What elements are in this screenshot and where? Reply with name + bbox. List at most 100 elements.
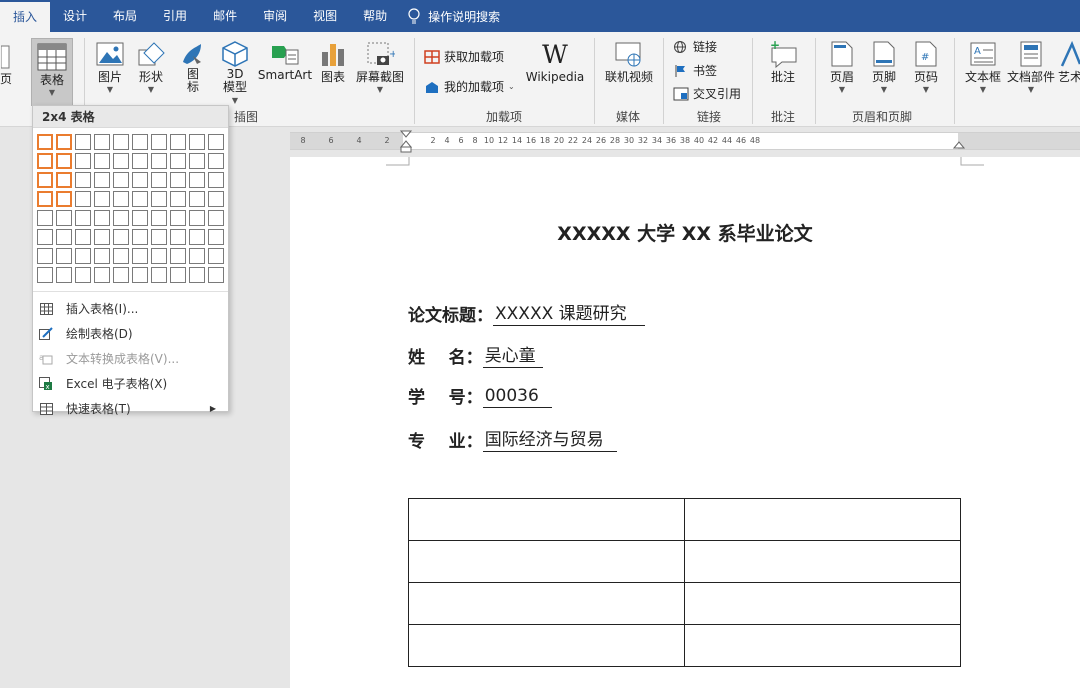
right-indent-marker-icon[interactable]	[953, 139, 965, 149]
grid-cell[interactable]	[94, 172, 110, 188]
grid-cell[interactable]	[151, 229, 167, 245]
grid-cell[interactable]	[56, 267, 72, 283]
cross-reference-button[interactable]: 交叉引用	[673, 85, 741, 102]
textbox-button[interactable]: A 文本框 ▼	[962, 40, 1004, 94]
grid-cell[interactable]	[151, 172, 167, 188]
indent-marker-icon[interactable]	[400, 130, 412, 154]
grid-cell[interactable]	[113, 248, 129, 264]
grid-cell[interactable]	[132, 134, 148, 150]
grid-cell[interactable]	[208, 267, 224, 283]
grid-cell[interactable]	[208, 210, 224, 226]
grid-cell[interactable]	[113, 172, 129, 188]
document-table[interactable]	[408, 498, 961, 667]
grid-cell[interactable]	[151, 134, 167, 150]
grid-cell[interactable]	[189, 191, 205, 207]
field-value[interactable]: 国际经济与贸易	[482, 425, 617, 452]
grid-cell[interactable]	[208, 229, 224, 245]
chart-button[interactable]: 图表	[318, 40, 348, 85]
grid-cell[interactable]	[37, 153, 53, 169]
grid-cell[interactable]	[37, 229, 53, 245]
grid-cell[interactable]	[189, 229, 205, 245]
my-addins-button[interactable]: 我的加载项 ⌄	[424, 78, 515, 95]
grid-cell[interactable]	[189, 134, 205, 150]
bookmark-button[interactable]: 书签	[673, 62, 717, 79]
grid-cell[interactable]	[56, 210, 72, 226]
grid-cell[interactable]	[75, 210, 91, 226]
grid-cell[interactable]	[170, 248, 186, 264]
table-cell[interactable]	[408, 498, 685, 541]
tab-0[interactable]: 插入	[0, 2, 51, 32]
grid-cell[interactable]	[113, 229, 129, 245]
grid-cell[interactable]	[113, 267, 129, 283]
tab-7[interactable]: 帮助	[350, 0, 400, 32]
grid-cell[interactable]	[170, 153, 186, 169]
grid-cell[interactable]	[37, 134, 53, 150]
new-comment-button[interactable]: + 批注	[766, 40, 800, 85]
grid-cell[interactable]	[75, 248, 91, 264]
menu-item-3[interactable]: x Excel 电子表格(X)	[33, 371, 228, 396]
table-cell[interactable]	[684, 582, 961, 625]
grid-cell[interactable]	[75, 153, 91, 169]
grid-cell[interactable]	[170, 267, 186, 283]
picture-button[interactable]: 图片 ▼	[94, 40, 126, 94]
grid-cell[interactable]	[151, 210, 167, 226]
grid-cell[interactable]	[170, 210, 186, 226]
tab-1[interactable]: 设计	[50, 0, 100, 32]
grid-cell[interactable]	[94, 153, 110, 169]
grid-cell[interactable]	[56, 153, 72, 169]
table-cell[interactable]	[408, 582, 685, 625]
field-value[interactable]: 吴心童	[482, 341, 544, 368]
tab-2[interactable]: 布局	[100, 0, 150, 32]
tab-5[interactable]: 审阅	[250, 0, 300, 32]
grid-cell[interactable]	[208, 153, 224, 169]
field-value[interactable]: 00036	[482, 386, 552, 408]
grid-cell[interactable]	[132, 229, 148, 245]
grid-cell[interactable]	[151, 248, 167, 264]
smartart-button[interactable]: SmartArt	[256, 40, 314, 82]
wikipedia-button[interactable]: W Wikipedia	[524, 40, 586, 84]
grid-cell[interactable]	[56, 134, 72, 150]
shapes-button[interactable]: 形状 ▼	[134, 40, 168, 94]
grid-cell[interactable]	[75, 172, 91, 188]
document-page[interactable]: XXXXX 大学 XX 系毕业论文 论文标题： XXXXX 课题研究 姓 名： 吴心…	[290, 157, 1080, 688]
grid-cell[interactable]	[189, 153, 205, 169]
grid-cell[interactable]	[132, 153, 148, 169]
grid-cell[interactable]	[151, 267, 167, 283]
get-addins-button[interactable]: 获取加载项	[424, 48, 504, 65]
grid-cell[interactable]	[37, 172, 53, 188]
table-cell[interactable]	[684, 540, 961, 583]
table-cell[interactable]	[684, 624, 961, 667]
3d-model-button[interactable]: 3D 模型 ▼	[219, 40, 251, 107]
page-stub-button[interactable]: 页	[0, 44, 12, 87]
grid-cell[interactable]	[189, 210, 205, 226]
table-button[interactable]: 表格 ▼	[31, 38, 73, 106]
menu-item-0[interactable]: 插入表格(I)...	[33, 296, 228, 321]
grid-cell[interactable]	[56, 248, 72, 264]
footer-button[interactable]: 页脚 ▼	[868, 40, 900, 94]
grid-cell[interactable]	[75, 267, 91, 283]
grid-cell[interactable]	[94, 210, 110, 226]
grid-cell[interactable]	[170, 134, 186, 150]
grid-cell[interactable]	[56, 229, 72, 245]
grid-cell[interactable]	[113, 134, 129, 150]
grid-cell[interactable]	[132, 172, 148, 188]
grid-cell[interactable]	[94, 229, 110, 245]
grid-cell[interactable]	[189, 248, 205, 264]
grid-cell[interactable]	[37, 267, 53, 283]
grid-cell[interactable]	[56, 191, 72, 207]
grid-cell[interactable]	[170, 229, 186, 245]
wordart-button[interactable]: 艺术	[1058, 40, 1080, 85]
menu-item-1[interactable]: 绘制表格(D)	[33, 321, 228, 346]
grid-cell[interactable]	[151, 153, 167, 169]
grid-cell[interactable]	[94, 134, 110, 150]
grid-cell[interactable]	[170, 172, 186, 188]
grid-cell[interactable]	[113, 191, 129, 207]
field-value[interactable]: XXXXX 课题研究	[493, 299, 645, 326]
horizontal-ruler[interactable]: 8 6 4 2 2 4 6 8 10 12 14 16 18 20 22 24 26 28 30 32 34 36 38 40…	[290, 130, 1080, 153]
table-cell[interactable]	[408, 540, 685, 583]
grid-cell[interactable]	[113, 153, 129, 169]
table-cell[interactable]	[684, 498, 961, 541]
grid-cell[interactable]	[75, 134, 91, 150]
tell-me-search[interactable]: 操作说明搜索	[400, 8, 500, 25]
grid-cell[interactable]	[94, 191, 110, 207]
